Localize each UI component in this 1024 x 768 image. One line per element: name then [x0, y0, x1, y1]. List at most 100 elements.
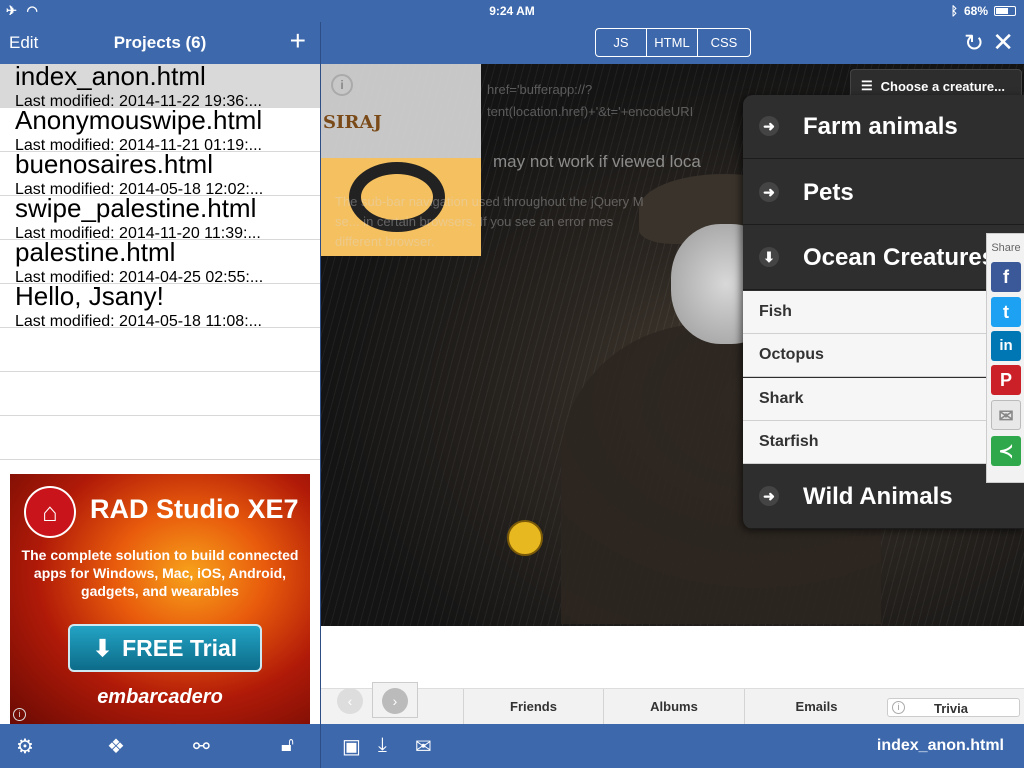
empty-row [0, 372, 320, 416]
refresh-icon[interactable]: ↻ [964, 29, 984, 58]
list-item[interactable]: buenosaires.html Last modified: 2014-05-… [0, 152, 320, 196]
bluetooth-icon: ᛒ [950, 4, 958, 18]
project-modified: Last modified: 2014-05-18 11:08:... [15, 313, 262, 328]
list-item[interactable]: index_anon.html Last modified: 2014-11-2… [0, 64, 320, 108]
segment-html[interactable]: HTML [647, 29, 698, 56]
download-icon[interactable]: ⤓ [378, 734, 387, 757]
close-icon[interactable]: ✕ [992, 27, 1014, 58]
arrow-right-icon: ➜ [759, 486, 779, 506]
unlock-icon[interactable]: 🔓︎ [281, 734, 294, 757]
menu-item-starfish[interactable]: Starfish [743, 421, 1024, 464]
battery-fill [996, 8, 1009, 14]
status-right: ᛒ 68% [951, 4, 1016, 18]
project-name: buenosaires.html [15, 152, 213, 179]
project-name: index_anon.html [15, 64, 206, 91]
ad-subtitle: The complete solution to build connected… [21, 547, 299, 599]
editor-toolbar: ▣ ⤓ ✉ index_anon.html [321, 724, 1024, 768]
project-name: Anonymouswipe.html [15, 108, 263, 135]
menu-item-shark[interactable]: Shark [743, 378, 1024, 421]
projects-navbar: Edit Projects (6) + [0, 22, 320, 64]
status-time: 9:24 AM [489, 4, 535, 18]
free-trial-button[interactable]: ⬇ FREE Trial [68, 624, 262, 672]
category-label: Ocean Creatures [803, 244, 996, 271]
ad-info-icon[interactable]: i [13, 708, 26, 721]
choose-creature-label: Choose a creature... [880, 78, 1005, 94]
twitter-icon[interactable]: t [991, 297, 1021, 327]
project-list: index_anon.html Last modified: 2014-11-2… [0, 64, 320, 472]
project-name: Hello, Jsany! [15, 284, 164, 311]
ghost-text: tent(location.href)+'&t='+encodeURI [487, 104, 694, 119]
item-label: Starfish [759, 433, 819, 450]
current-filename: index_anon.html [876, 737, 1004, 754]
free-trial-label: FREE Trial [122, 634, 238, 661]
list-item[interactable]: Hello, Jsany! Last modified: 2014-05-18 … [0, 284, 320, 328]
battery-icon [994, 6, 1016, 16]
creature-menu: ➜ Farm animals ➜ Pets ⬇ Ocean Creatures … [743, 95, 1024, 529]
empty-row [0, 416, 320, 460]
menu-category-pets[interactable]: ➜ Pets [743, 161, 1024, 225]
category-label: Wild Animals [803, 483, 953, 510]
ad-title: RAD Studio XE7 [90, 494, 299, 524]
ghost-text: href='bufferapp://? [487, 82, 593, 97]
ad-banner[interactable]: ⌂ RAD Studio XE7 The complete solution t… [10, 474, 310, 724]
tab-trivia[interactable]: i Trivia [887, 698, 1020, 717]
project-modified: Last modified: 2014-11-21 01:19:... [15, 137, 262, 152]
category-label: Farm animals [803, 113, 958, 140]
download-icon: ⬇ [92, 634, 113, 661]
ghost-text: different browser. [335, 234, 435, 249]
embarcadero-logo-icon: ⌂ [24, 486, 76, 538]
projects-title: Projects (6) [113, 33, 207, 52]
info-icon[interactable]: i [331, 74, 353, 96]
tab-emails[interactable]: Emails [744, 689, 888, 724]
project-modified: Last modified: 2014-11-20 11:39:... [15, 225, 261, 240]
trivia-label: Trivia [934, 701, 968, 716]
ghost-text: The sub-bar navigation used throughout t… [335, 194, 644, 209]
info-icon: i [892, 701, 905, 714]
hamburger-icon: ☰ [861, 78, 873, 93]
settings-gear-icon[interactable]: ⚙ [16, 734, 34, 759]
add-project-button[interactable]: + [290, 25, 306, 57]
project-modified: Last modified: 2014-04-25 02:55:... [15, 269, 264, 284]
list-item[interactable]: palestine.html Last modified: 2014-04-25… [0, 240, 320, 284]
project-name: swipe_palestine.html [15, 196, 257, 223]
share-bar: Share f t in P ✉ ≺ [986, 233, 1024, 483]
code-segment-control: JS HTML CSS [595, 28, 751, 57]
menu-category-farm[interactable]: ➜ Farm animals [743, 95, 1024, 159]
menu-category-wild[interactable]: ➜ Wild Animals [743, 465, 1024, 529]
category-label: Pets [803, 179, 854, 206]
back-arrow-icon[interactable]: ‹ [337, 688, 363, 714]
arrow-right-icon: ➜ [759, 116, 779, 136]
item-label: Octopus [759, 346, 824, 363]
linkedin-icon[interactable]: in [991, 331, 1021, 361]
arrow-right-icon: ➜ [759, 182, 779, 202]
project-modified: Last modified: 2014-11-22 19:36:... [15, 93, 262, 108]
arrow-down-icon: ⬇ [759, 247, 779, 267]
list-item[interactable]: Anonymouswipe.html Last modified: 2014-1… [0, 108, 320, 152]
segment-js[interactable]: JS [596, 29, 647, 56]
dropbox-icon[interactable]: ❖ [107, 734, 125, 759]
status-bar: ✈ ◠ 9:24 AM ᛒ 68% [0, 0, 1024, 22]
ghost-text: may not work if viewed loca [493, 152, 701, 171]
battery-percent: 68% [963, 4, 988, 18]
link-icon[interactable]: ⚯ [193, 734, 210, 759]
share-more-icon[interactable]: ≺ [991, 436, 1021, 466]
menu-category-ocean[interactable]: ⬇ Ocean Creatures [743, 226, 1024, 290]
segment-css[interactable]: CSS [698, 29, 750, 56]
menu-item-octopus[interactable]: Octopus [743, 334, 1024, 377]
forward-arrow-icon[interactable]: › [382, 688, 408, 714]
image-icon[interactable]: ▣ [342, 734, 361, 759]
email-icon[interactable]: ✉ [991, 400, 1021, 430]
facebook-icon[interactable]: f [991, 262, 1021, 292]
share-label: Share [991, 242, 1021, 254]
menu-item-fish[interactable]: Fish [743, 291, 1024, 334]
ghost-text: se... in certain browsers. If you see an… [335, 214, 614, 229]
left-toolbar: ⚙ ❖ ⚯ 🔓︎ [0, 724, 320, 768]
item-label: Fish [759, 303, 792, 320]
pinterest-icon[interactable]: P [991, 365, 1021, 395]
empty-row [0, 328, 320, 372]
tab-albums[interactable]: Albums [603, 689, 744, 724]
list-item[interactable]: swipe_palestine.html Last modified: 2014… [0, 196, 320, 240]
tab-friends[interactable]: Friends [463, 689, 603, 724]
mail-icon[interactable]: ✉ [415, 734, 432, 759]
project-modified: Last modified: 2014-05-18 12:02:... [15, 181, 264, 196]
